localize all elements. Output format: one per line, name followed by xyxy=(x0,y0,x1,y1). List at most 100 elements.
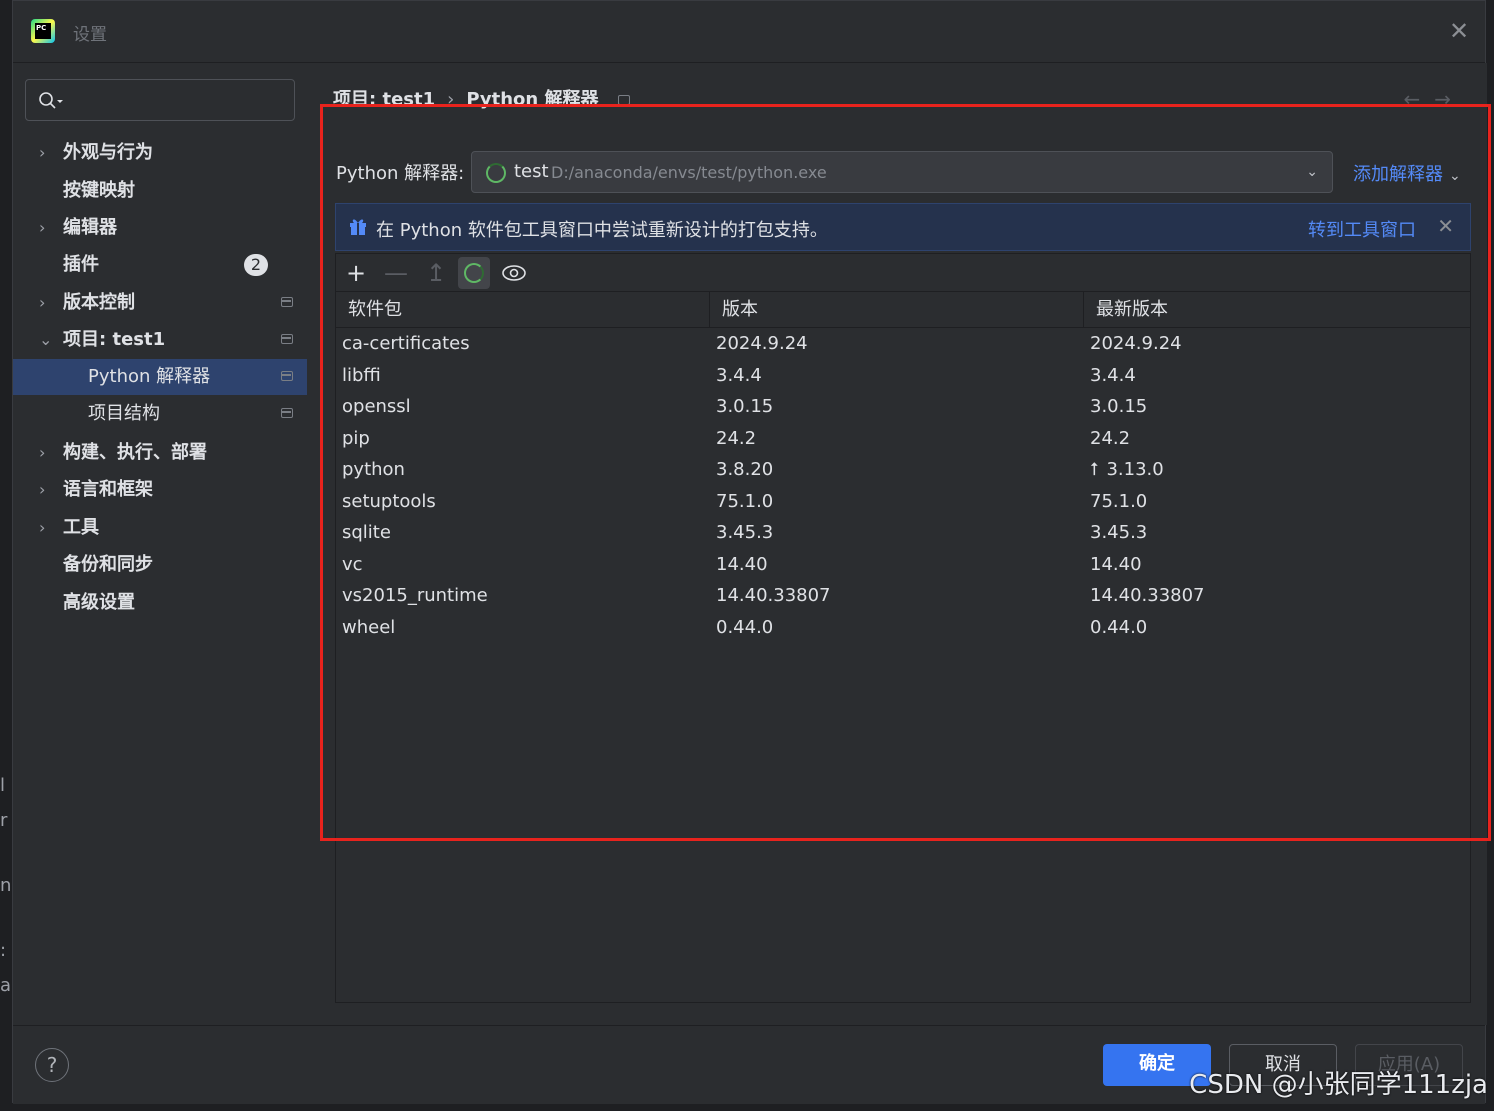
cell-package: sqlite xyxy=(342,522,391,543)
packages-table-header: 软件包 版本 最新版本 xyxy=(336,292,1470,328)
add-interpreter-link[interactable]: 添加解释器 ⌄ xyxy=(1353,160,1461,186)
column-header-latest[interactable]: 最新版本 xyxy=(1084,292,1472,328)
column-header-package[interactable]: 软件包 xyxy=(336,292,710,328)
pin-icon xyxy=(281,408,293,418)
show-early-releases-eye-icon[interactable] xyxy=(498,257,530,289)
cell-text: 24.2 xyxy=(716,427,757,449)
table-row[interactable]: pip 24.2 24.2 xyxy=(336,425,1470,457)
column-header-version[interactable]: 版本 xyxy=(710,292,1084,328)
sidebar-item[interactable]: › 工具 xyxy=(13,510,307,546)
settings-sidebar: › 外观与行为按键映射 › 编辑器插件 2 › 版本控制 ⌄ 项目: test1 Python 解… xyxy=(13,63,307,1025)
sidebar-item-label: 编辑器 xyxy=(63,217,117,238)
cell-text: ca-certificates xyxy=(342,333,470,354)
cell-package: python xyxy=(342,459,405,480)
table-row[interactable]: vc 14.40 14.40 xyxy=(336,551,1470,583)
chevron-right-icon[interactable]: › xyxy=(39,210,53,246)
table-row[interactable]: libffi 3.4.4 3.4.4 xyxy=(336,362,1470,394)
cell-text: 75.1.0 xyxy=(716,490,774,512)
sidebar-item[interactable]: › 外观与行为 xyxy=(13,135,307,171)
cell-version: 75.1.0 xyxy=(716,491,773,512)
interpreter-name: test xyxy=(514,161,549,182)
sidebar-item[interactable]: › 构建、执行、部署 xyxy=(13,435,307,471)
chevron-right-icon[interactable]: › xyxy=(39,472,53,508)
forward-arrow-icon[interactable]: → xyxy=(1434,87,1465,111)
cell-version: 3.0.15 xyxy=(716,396,773,417)
sidebar-item[interactable]: 项目结构 xyxy=(13,396,307,432)
banner-close-icon[interactable]: ✕ xyxy=(1437,214,1454,238)
sidebar-item-label: 项目结构 xyxy=(88,403,160,424)
table-row[interactable]: python 3.8.20 ⭡ 3.13.0 xyxy=(336,456,1470,488)
table-row[interactable]: wheel 0.44.0 0.44.0 xyxy=(336,614,1470,646)
chevron-down-icon[interactable]: ⌄ xyxy=(39,322,53,358)
sidebar-item-label: 外观与行为 xyxy=(63,142,153,163)
cell-text: 14.40.33807 xyxy=(1090,585,1205,606)
pin-icon xyxy=(281,334,293,344)
cell-package: ca-certificates xyxy=(342,333,470,354)
cell-text: 14.40 xyxy=(1090,553,1142,575)
cell-text: 3.13.0 xyxy=(1106,459,1164,480)
breadcrumb-page: Python 解释器 xyxy=(466,89,599,110)
cell-text: 3.8.20 xyxy=(716,459,774,480)
cell-latest: 2024.9.24 xyxy=(1090,333,1182,354)
breadcrumb-project[interactable]: 项目: test1 xyxy=(333,89,435,110)
sidebar-item[interactable]: 按键映射 xyxy=(13,173,307,209)
cell-latest: 0.44.0 xyxy=(1090,617,1147,638)
table-row[interactable]: openssl 3.0.15 3.0.15 xyxy=(336,393,1470,425)
chevron-right-icon[interactable]: › xyxy=(39,135,53,171)
sidebar-item-label: 备份和同步 xyxy=(63,554,153,575)
search-icon xyxy=(39,92,63,109)
remove-package-icon[interactable]: — xyxy=(380,257,412,289)
cell-package: openssl xyxy=(342,396,411,417)
cell-text: 14.40.33807 xyxy=(716,585,831,606)
cell-version: 3.45.3 xyxy=(716,522,773,543)
chevron-right-icon[interactable]: › xyxy=(39,285,53,321)
sidebar-item[interactable]: Python 解释器 xyxy=(13,359,307,395)
add-interpreter-label: 添加解释器 xyxy=(1353,164,1443,185)
sidebar-item[interactable]: 插件 2 xyxy=(13,247,307,283)
chevron-right-icon[interactable]: › xyxy=(39,510,53,546)
cell-latest: ⭡ 3.13.0 xyxy=(1090,459,1164,480)
banner-message: 在 Python 软件包工具窗口中尝试重新设计的打包支持。 xyxy=(376,220,828,241)
add-package-icon[interactable]: + xyxy=(340,257,372,289)
sidebar-item[interactable]: 高级设置 xyxy=(13,585,307,621)
refresh-spinner-icon[interactable] xyxy=(458,257,490,289)
cell-version: 14.40 xyxy=(716,554,768,575)
pycharm-logo-icon: PC xyxy=(31,19,55,43)
watermark: CSDN @小张同学111zja xyxy=(1189,1070,1488,1100)
search-input[interactable] xyxy=(25,79,295,121)
cell-latest: 75.1.0 xyxy=(1090,491,1147,512)
packages-toolbar: + — ↥ xyxy=(336,254,1470,292)
chevron-down-icon: ⌄ xyxy=(1449,168,1461,184)
interpreter-select[interactable]: test D:/anaconda/envs/test/python.exe ⌄ xyxy=(471,151,1333,193)
sidebar-item[interactable]: ⌄ 项目: test1 xyxy=(13,322,307,358)
sidebar-item-label: 构建、执行、部署 xyxy=(63,442,207,463)
upgrade-package-icon[interactable]: ↥ xyxy=(420,257,452,289)
sidebar-item[interactable]: › 语言和框架 xyxy=(13,472,307,508)
table-row[interactable]: sqlite 3.45.3 3.45.3 xyxy=(336,519,1470,551)
back-arrow-icon[interactable]: ← xyxy=(1403,87,1434,111)
cell-text: pip xyxy=(342,427,370,449)
sidebar-item-label: 插件 xyxy=(63,254,99,275)
cell-package: vc xyxy=(342,554,363,575)
cell-latest: 24.2 xyxy=(1090,428,1130,449)
sidebar-item[interactable]: 备份和同步 xyxy=(13,547,307,583)
sidebar-item-label: 工具 xyxy=(63,517,99,538)
cell-latest: 14.40 xyxy=(1090,554,1142,575)
chevron-down-icon: ⌄ xyxy=(1306,164,1318,180)
chevron-right-icon[interactable]: › xyxy=(39,435,53,471)
dialog-title: 设置 xyxy=(73,25,107,45)
close-icon[interactable]: ✕ xyxy=(1447,19,1471,43)
sidebar-item-label: 高级设置 xyxy=(63,592,135,613)
cell-package: libffi xyxy=(342,365,381,386)
table-row[interactable]: ca-certificates 2024.9.24 2024.9.24 xyxy=(336,330,1470,362)
sidebar-item[interactable]: › 编辑器 xyxy=(13,210,307,246)
sidebar-item[interactable]: › 版本控制 xyxy=(13,285,307,321)
cell-version: 0.44.0 xyxy=(716,617,773,638)
go-to-tool-window-link[interactable]: 转到工具窗口 xyxy=(1308,216,1416,242)
count-badge: 2 xyxy=(244,254,268,276)
help-icon[interactable]: ? xyxy=(35,1048,69,1082)
cell-latest: 14.40.33807 xyxy=(1090,585,1205,606)
table-row[interactable]: setuptools 75.1.0 75.1.0 xyxy=(336,488,1470,520)
sidebar-item-label: 按键映射 xyxy=(63,180,135,201)
table-row[interactable]: vs2015_runtime 14.40.33807 14.40.33807 xyxy=(336,582,1470,614)
